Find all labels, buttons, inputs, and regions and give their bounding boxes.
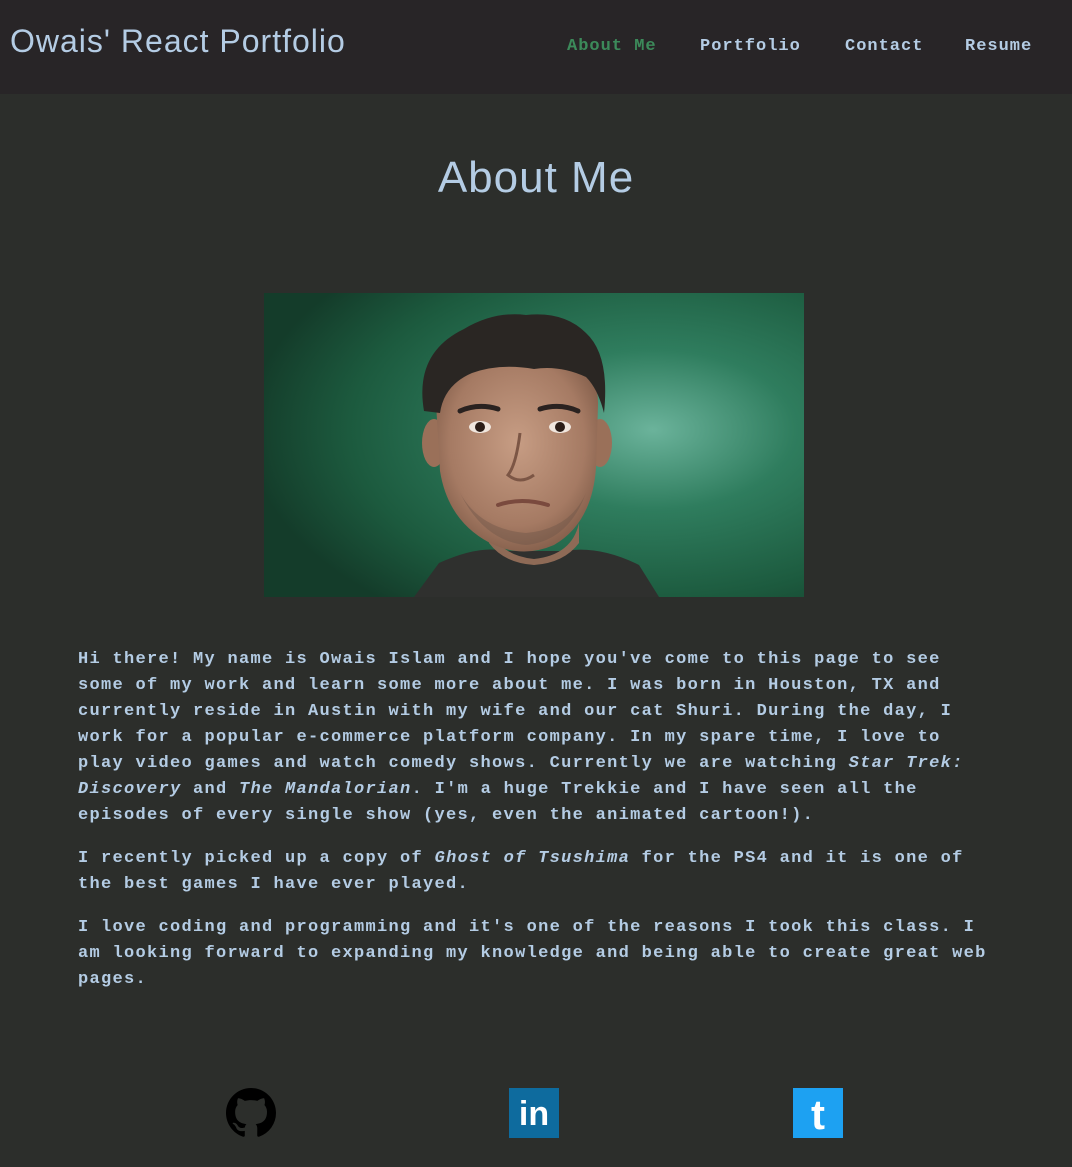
nav-resume[interactable]: Resume bbox=[965, 36, 1032, 58]
bio-paragraph-2: I recently picked up a copy of Ghost of … bbox=[78, 846, 993, 898]
bio-section: Hi there! My name is Owais Islam and I h… bbox=[78, 647, 993, 1010]
bio-paragraph-1: Hi there! My name is Owais Islam and I h… bbox=[78, 647, 993, 829]
bio-text: and bbox=[181, 780, 240, 799]
nav-portfolio[interactable]: Portfolio bbox=[700, 36, 801, 58]
linkedin-logo-text: in bbox=[519, 1095, 549, 1133]
twitter-logo-text: t bbox=[811, 1091, 825, 1138]
game-title: Ghost of Tsushima bbox=[434, 849, 631, 868]
profile-photo bbox=[264, 293, 804, 597]
github-icon bbox=[226, 1088, 276, 1137]
nav-contact[interactable]: Contact bbox=[845, 36, 923, 58]
bio-text: Hi there! My name is Owais Islam and I h… bbox=[78, 650, 953, 773]
bio-paragraph-3: I love coding and programming and it's o… bbox=[78, 918, 987, 989]
linkedin-link[interactable]: in bbox=[509, 1088, 559, 1138]
navbar: Owais' React Portfolio About Me Portfoli… bbox=[0, 0, 1072, 94]
linkedin-icon: in bbox=[509, 1088, 559, 1138]
bio-text: I recently picked up a copy of bbox=[78, 849, 435, 868]
twitter-icon: t bbox=[793, 1088, 843, 1138]
page-title: About Me bbox=[437, 153, 635, 202]
profile-photo-illustration bbox=[264, 293, 804, 597]
twitter-link[interactable]: t bbox=[793, 1088, 843, 1138]
site-brand[interactable]: Owais' React Portfolio bbox=[10, 22, 346, 60]
show-title: The Mandalorian bbox=[239, 780, 412, 799]
github-link[interactable] bbox=[226, 1088, 276, 1138]
nav-about-me[interactable]: About Me bbox=[567, 36, 657, 58]
